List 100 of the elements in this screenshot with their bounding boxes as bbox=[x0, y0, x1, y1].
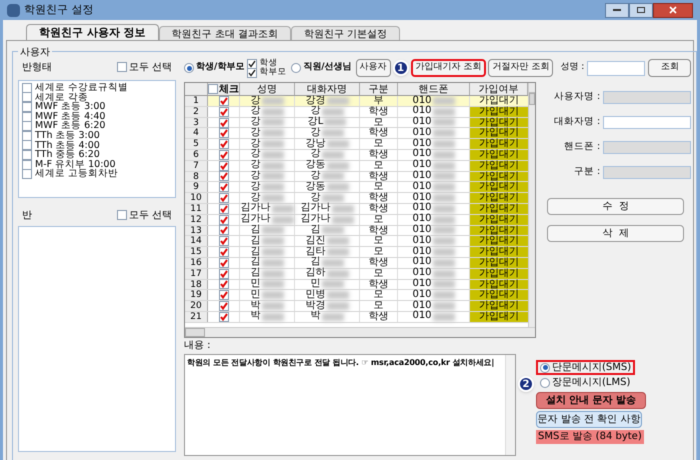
table-row[interactable]: 10 강 강 학생 010 가입대기 bbox=[185, 193, 528, 204]
radio-button[interactable] bbox=[540, 378, 550, 388]
checkbox[interactable] bbox=[22, 82, 32, 93]
table-row[interactable]: 7 강 강동 모 010 가입대기 bbox=[185, 160, 528, 172]
checkbox[interactable] bbox=[22, 169, 32, 180]
checkbox[interactable] bbox=[218, 128, 228, 138]
table-row[interactable]: 13 김 김 학생 010 가입대기 bbox=[185, 226, 528, 236]
redaction-blur bbox=[326, 162, 348, 170]
search-button[interactable]: 조회 bbox=[648, 59, 692, 77]
checkbox[interactable] bbox=[247, 68, 258, 78]
checkbox[interactable] bbox=[218, 193, 228, 204]
list-item[interactable]: 세계로 고등회차반 bbox=[35, 169, 118, 179]
table-row[interactable]: 15 김 김타 모 010 가입대기 bbox=[185, 247, 528, 258]
checkbox[interactable] bbox=[218, 139, 228, 150]
table-row[interactable]: 4 강 강 학생 010 가입대기 bbox=[185, 128, 528, 140]
list-item[interactable]: MWF 초등 6:20 bbox=[35, 121, 106, 131]
checkbox[interactable] bbox=[247, 58, 258, 68]
checkbox[interactable] bbox=[22, 112, 32, 122]
message-field[interactable]: 학원의 모든 전달사항이 학원친구로 전달 됩니다. ☞ msr,aca2000,co,kr 설치하세요| bbox=[184, 354, 516, 456]
radio-option[interactable]: 단문메시지(SMS) bbox=[536, 360, 636, 375]
checkbox[interactable] bbox=[218, 247, 228, 258]
table-cell-text: 민병 bbox=[306, 290, 326, 300]
search-button[interactable]: 거절자만 조회 bbox=[488, 59, 554, 77]
checkbox[interactable] bbox=[218, 301, 228, 312]
input-field[interactable] bbox=[603, 116, 692, 128]
checkbox[interactable] bbox=[218, 182, 228, 192]
column-header[interactable]: 성명 bbox=[240, 83, 295, 95]
checkbox[interactable] bbox=[218, 160, 228, 171]
column-header[interactable]: 구분 bbox=[360, 83, 398, 95]
table-row[interactable]: 17 김 김하 모 010 가입대기 bbox=[185, 268, 528, 280]
minimize-button[interactable] bbox=[605, 2, 629, 18]
table-row[interactable]: 18 민 민 학생 010 가입대기 bbox=[185, 280, 528, 290]
action-button[interactable]: 삭 제 bbox=[547, 225, 684, 242]
search-button[interactable]: 가입대기자 조회 bbox=[410, 59, 486, 77]
checkbox[interactable] bbox=[116, 62, 127, 72]
checkbox[interactable] bbox=[22, 121, 32, 132]
checkbox[interactable] bbox=[116, 210, 127, 220]
checkbox[interactable] bbox=[22, 130, 32, 141]
name-search-field[interactable] bbox=[587, 60, 646, 76]
column-header[interactable]: 대화자명 bbox=[295, 83, 360, 95]
action-button[interactable]: 수 정 bbox=[547, 198, 684, 215]
send-button[interactable]: 설치 안내 문자 발송 bbox=[536, 392, 646, 409]
column-header[interactable]: 체크 bbox=[219, 83, 239, 96]
checkbox[interactable] bbox=[218, 279, 228, 290]
radio-button[interactable] bbox=[540, 362, 550, 372]
table-row[interactable]: 20 박 박경 모 010 가입대기 bbox=[185, 301, 528, 312]
list-item[interactable]: MWF 초등 4:40 bbox=[35, 112, 106, 122]
checkbox[interactable] bbox=[218, 171, 228, 182]
tab[interactable]: 학원친구 기본설정 bbox=[291, 26, 400, 40]
table-row[interactable]: 8 강 강 학생 010 가입대기 bbox=[185, 172, 528, 182]
list-item[interactable]: TTh 초등 3:00 bbox=[35, 131, 100, 141]
checkbox[interactable] bbox=[22, 102, 32, 112]
table-row[interactable]: 5 강 강낭 모 010 가입대기 bbox=[185, 139, 528, 150]
table-row[interactable]: 3 강 강L 모 010 가입대기 bbox=[185, 118, 528, 128]
radio-button[interactable] bbox=[291, 63, 302, 73]
checkbox[interactable] bbox=[218, 312, 228, 322]
checkbox[interactable] bbox=[218, 96, 228, 106]
checkbox[interactable] bbox=[22, 150, 32, 160]
list-item[interactable]: M-F 유치부 10:00 bbox=[35, 160, 116, 170]
search-button[interactable]: 사용자 bbox=[356, 59, 391, 77]
checkbox[interactable] bbox=[208, 84, 218, 94]
checkbox[interactable] bbox=[218, 258, 228, 268]
column-header[interactable]: 핸드폰 bbox=[398, 83, 470, 95]
list-item[interactable]: 세계로 각종 bbox=[35, 92, 88, 102]
checkbox[interactable] bbox=[218, 204, 228, 214]
checkbox[interactable] bbox=[218, 290, 228, 300]
table-row[interactable]: 16 김 김 학생 010 가입대기 bbox=[185, 258, 528, 269]
table-row[interactable]: 21 박 박 학생 010 가입대기 bbox=[185, 312, 528, 323]
checkbox[interactable] bbox=[22, 92, 32, 102]
table-row[interactable]: 14 김 김진 모 010 가입대기 bbox=[185, 236, 528, 248]
tab[interactable]: 학원친구 사용자 정보 bbox=[26, 24, 159, 40]
tab[interactable]: 학원친구 초대 결과조회 bbox=[158, 26, 292, 40]
checkbox[interactable] bbox=[218, 225, 228, 236]
close-button[interactable] bbox=[653, 2, 693, 18]
list-item[interactable]: 세계로 수강료규칙별 bbox=[35, 83, 128, 93]
list-item[interactable]: TTh 중등 6:20 bbox=[35, 150, 100, 160]
info-button[interactable]: 문자 발송 전 확인 사항 bbox=[536, 411, 642, 428]
checkbox[interactable] bbox=[218, 214, 228, 225]
table-row[interactable]: 6 강 강 학생 010 가입대기 bbox=[185, 150, 528, 161]
checkbox[interactable] bbox=[218, 106, 228, 117]
table-row[interactable]: 19 민 민병 모 010 가입대기 bbox=[185, 290, 528, 302]
table-row[interactable]: 12 김가나 김가나 모 010 가입대기 bbox=[185, 214, 528, 226]
table-row[interactable]: 9 강 강동 모 010 가입대기 bbox=[185, 182, 528, 194]
checkbox[interactable] bbox=[218, 236, 228, 246]
list-item[interactable]: TTh 초등 4:00 bbox=[35, 140, 100, 150]
checkbox[interactable] bbox=[22, 160, 32, 170]
vertical-scrollbar[interactable] bbox=[505, 355, 515, 455]
vertical-scrollbar[interactable] bbox=[528, 83, 535, 327]
table-row[interactable]: 1 강 강경 부 010 가입대기 bbox=[185, 96, 528, 107]
checkbox[interactable] bbox=[218, 150, 228, 160]
list-item[interactable]: MWF 초등 3:00 bbox=[35, 102, 106, 112]
checkbox[interactable] bbox=[22, 140, 32, 150]
maximize-button[interactable] bbox=[629, 2, 653, 18]
horizontal-scrollbar[interactable] bbox=[185, 327, 535, 337]
table-row[interactable]: 2 강 강 학생 010 가입대기 bbox=[185, 106, 528, 118]
table-row[interactable]: 11 김가나 김가나 학생 010 가입대기 bbox=[185, 204, 528, 215]
checkbox[interactable] bbox=[218, 118, 228, 128]
checkbox[interactable] bbox=[218, 268, 228, 279]
radio-button[interactable] bbox=[184, 63, 194, 73]
radio-option[interactable]: 장문메시지(LMS) bbox=[536, 375, 634, 390]
